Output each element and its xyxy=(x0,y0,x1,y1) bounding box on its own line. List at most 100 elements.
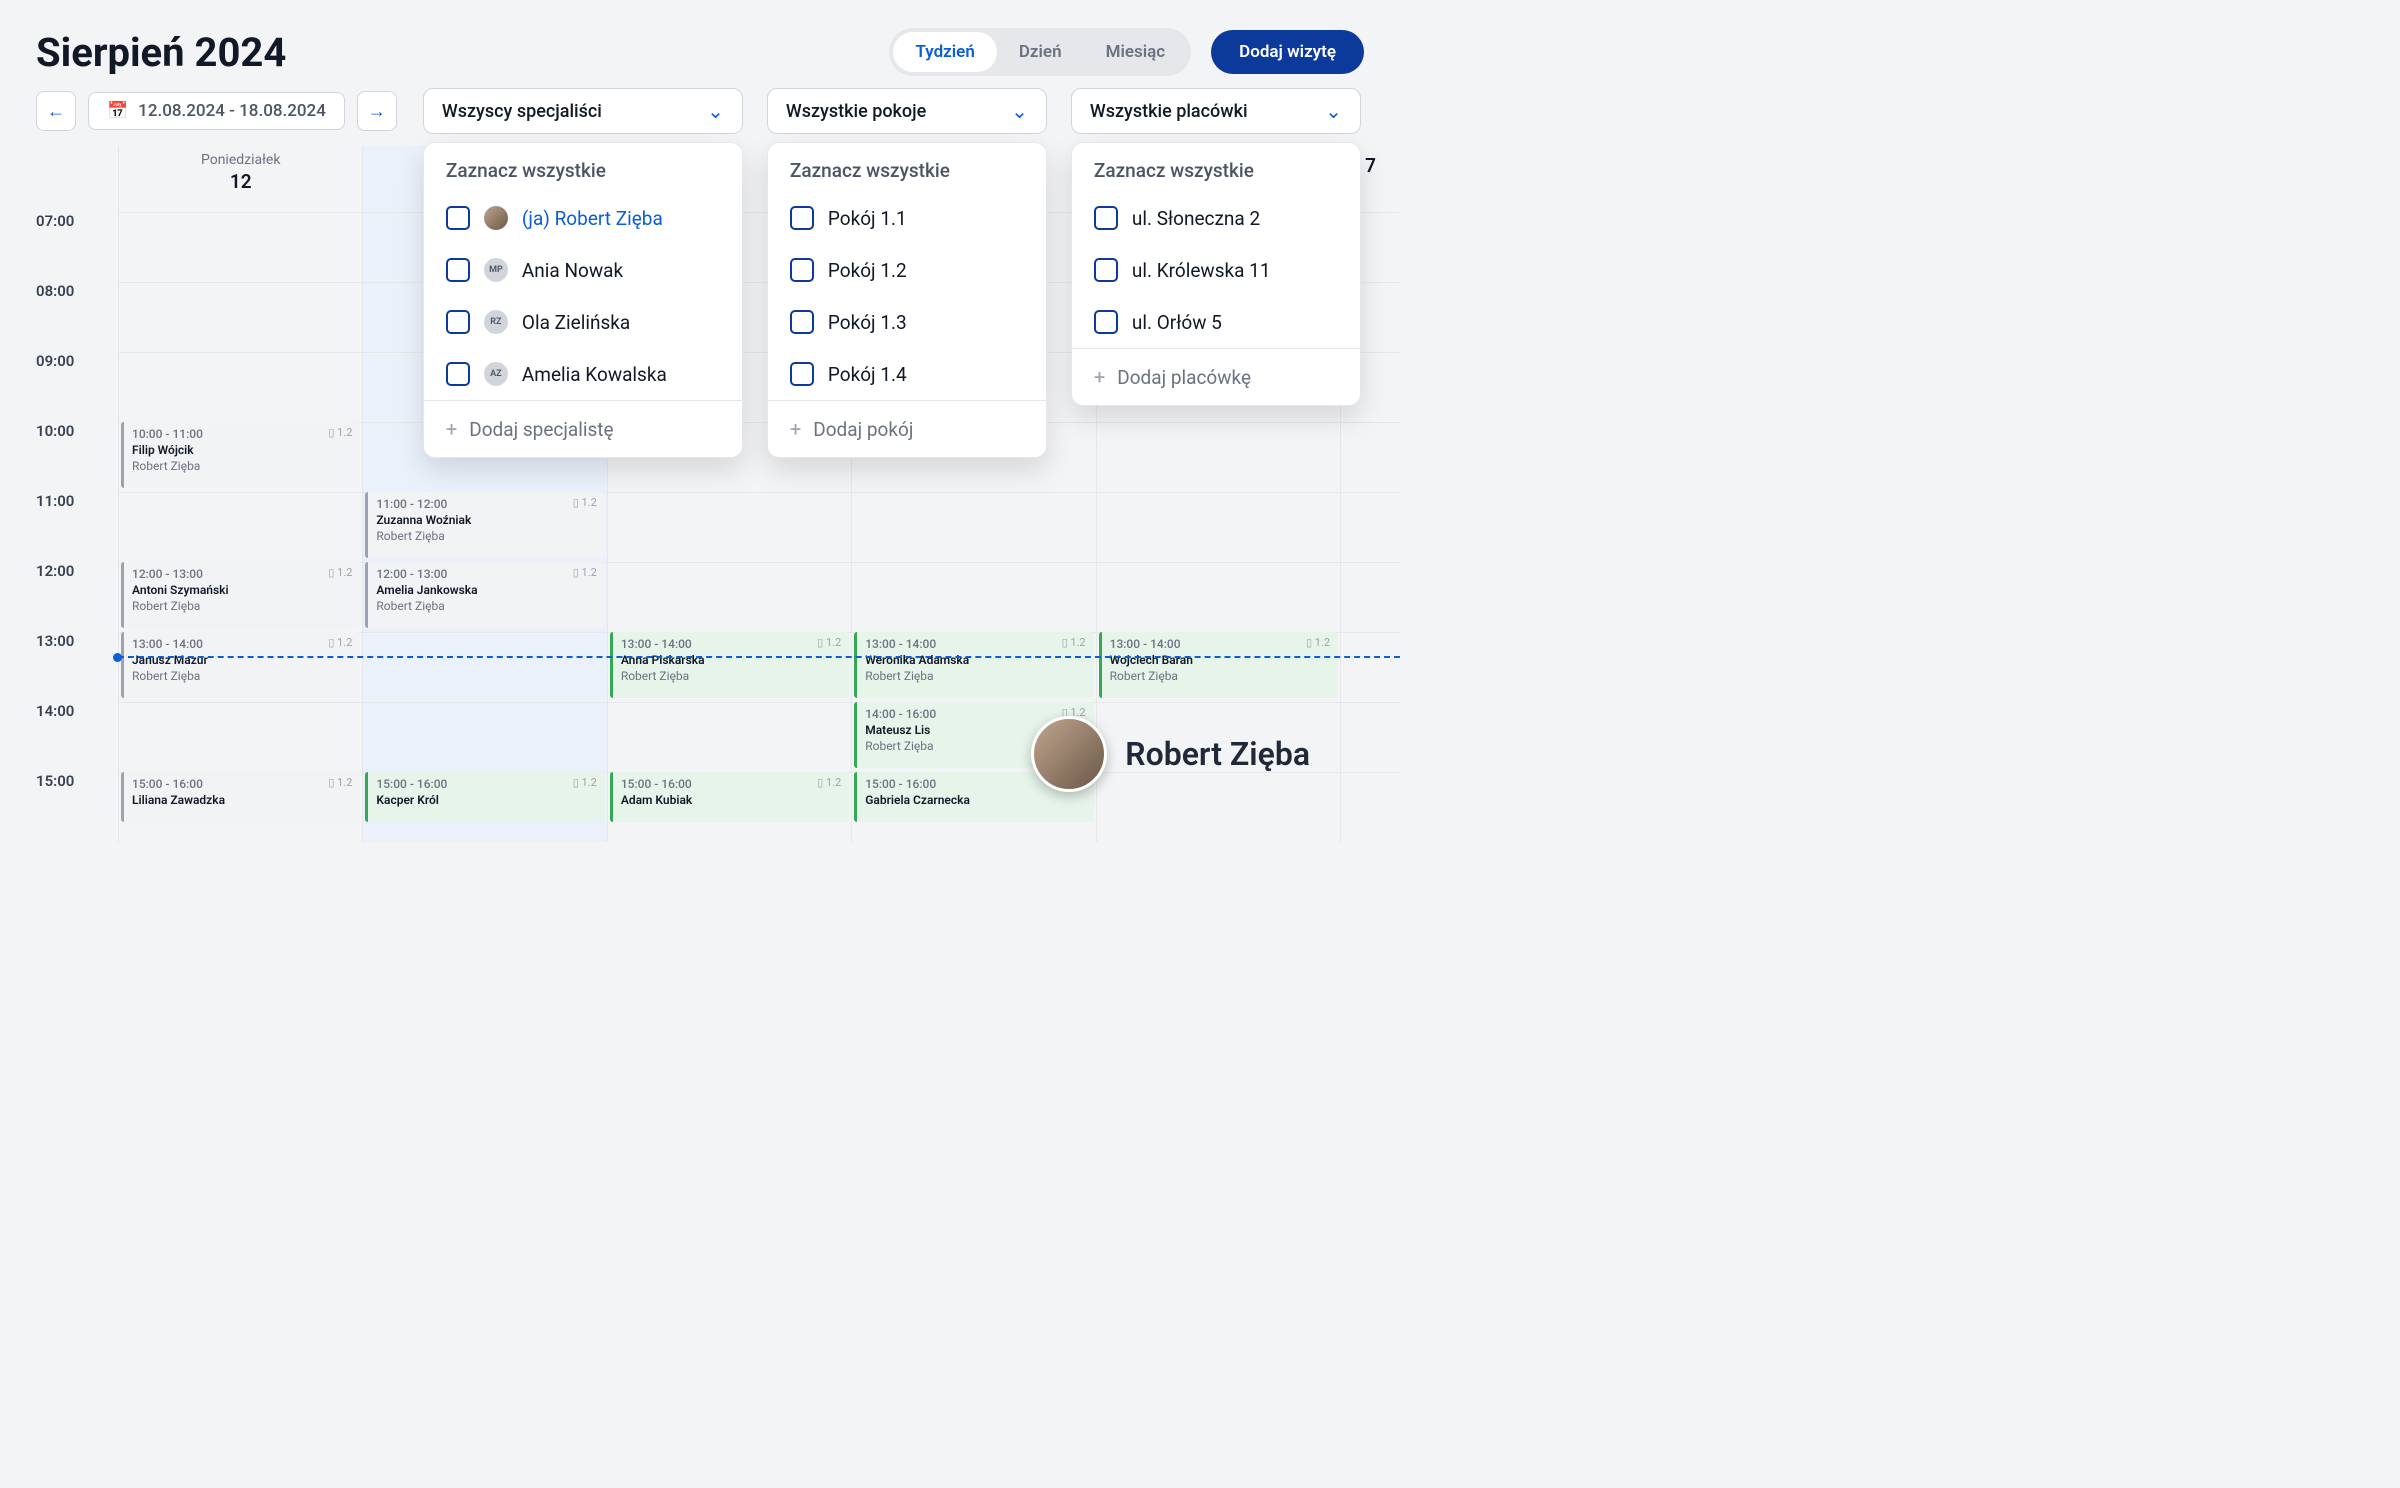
calendar-event[interactable]: 13:00 - 14:00 ▯ 1.2 Anna Piskarska Rober… xyxy=(610,632,849,698)
calendar-event[interactable]: 10:00 - 11:00 ▯ 1.2 Filip Wójcik Robert … xyxy=(121,422,360,488)
specialist-option[interactable]: MP Ania Nowak xyxy=(424,244,742,296)
checkbox[interactable] xyxy=(446,206,470,230)
specialist-name: Amelia Kowalska xyxy=(522,363,667,386)
event-specialist: Robert Zięba xyxy=(132,459,200,473)
add-specialist-button[interactable]: + Dodaj specjalistę xyxy=(424,400,742,457)
location-name: ul. Królewska 11 xyxy=(1132,259,1271,282)
event-room: ▯ 1.2 xyxy=(1062,636,1086,651)
chevron-down-icon: ⌄ xyxy=(1325,99,1342,123)
calendar-event[interactable]: 13:00 - 14:00 ▯ 1.2 Weronika Adamska Rob… xyxy=(854,632,1093,698)
event-room: ▯ 1.2 xyxy=(328,776,352,791)
next-week-button[interactable]: → xyxy=(357,91,397,131)
event-client: Gabriela Czarnecka xyxy=(865,793,970,807)
current-user-name: Robert Zięba xyxy=(1125,735,1310,773)
event-time: 12:00 - 13:00 xyxy=(376,567,447,581)
door-icon: ▯ xyxy=(573,566,579,579)
time-label: 12:00 xyxy=(36,562,118,632)
room-option[interactable]: Pokój 1.4 xyxy=(768,348,1046,400)
avatar: AZ xyxy=(484,362,508,386)
filter-specialists-label: Wszyscy specjaliści xyxy=(442,101,602,122)
event-room: ▯ 1.2 xyxy=(328,636,352,651)
event-time: 15:00 - 16:00 xyxy=(621,777,692,791)
avatar: MP xyxy=(484,258,508,282)
specialist-option[interactable]: (ja) Robert Zięba xyxy=(424,192,742,244)
checkbox[interactable] xyxy=(1094,206,1118,230)
location-option[interactable]: ul. Słoneczna 2 xyxy=(1072,192,1360,244)
view-tab-week[interactable]: Tydzień xyxy=(893,32,996,72)
day-number: 12 xyxy=(119,170,362,193)
room-option[interactable]: Pokój 1.1 xyxy=(768,192,1046,244)
checkbox[interactable] xyxy=(790,310,814,334)
event-specialist: Robert Zięba xyxy=(376,529,444,543)
checkbox[interactable] xyxy=(790,362,814,386)
time-label: 15:00 xyxy=(36,772,118,842)
specialist-option[interactable]: RZ Ola Zielińska xyxy=(424,296,742,348)
room-option[interactable]: Pokój 1.3 xyxy=(768,296,1046,348)
time-label: 09:00 xyxy=(36,352,118,422)
calendar-event[interactable]: 15:00 - 16:00 ▯ 1.2 Kacper Król xyxy=(365,772,604,822)
avatar: RZ xyxy=(484,310,508,334)
add-location-button[interactable]: + Dodaj placówkę xyxy=(1072,348,1360,405)
filter-rooms-button[interactable]: Wszystkie pokoje ⌄ xyxy=(767,88,1047,134)
event-time: 10:00 - 11:00 xyxy=(132,427,203,441)
avatar xyxy=(1031,716,1107,792)
checkbox[interactable] xyxy=(1094,310,1118,334)
location-name: ul. Słoneczna 2 xyxy=(1132,207,1260,230)
calendar-event[interactable]: 15:00 - 16:00 ▯ 1.2 Liliana Zawadzka xyxy=(121,772,360,822)
date-range-picker[interactable]: 📅 12.08.2024 - 18.08.2024 xyxy=(88,92,345,130)
calendar-event[interactable]: 12:00 - 13:00 ▯ 1.2 Amelia Jankowska Rob… xyxy=(365,562,604,628)
specialist-name: Ania Nowak xyxy=(522,259,623,282)
event-client: Adam Kubiak xyxy=(621,793,692,807)
current-user-badge: Robert Zięba xyxy=(1031,716,1310,792)
event-specialist: Robert Zięba xyxy=(865,669,933,683)
door-icon: ▯ xyxy=(1306,636,1312,649)
filter-specialists: Wszyscy specjaliści ⌄ Zaznacz wszystkie … xyxy=(423,88,743,134)
event-room: ▯ 1.2 xyxy=(1306,636,1330,651)
view-tab-month[interactable]: Miesiąc xyxy=(1084,32,1188,72)
select-all-locations[interactable]: Zaznacz wszystkie xyxy=(1072,143,1360,192)
event-time: 13:00 - 14:00 xyxy=(865,637,936,651)
add-room-button[interactable]: + Dodaj pokój xyxy=(768,400,1046,457)
event-client: Zuzanna Woźniak xyxy=(376,513,471,527)
calendar-event[interactable]: 13:00 - 14:00 ▯ 1.2 Janusz Mazur Robert … xyxy=(121,632,360,698)
calendar-icon: 📅 xyxy=(107,101,128,121)
location-option[interactable]: ul. Orłów 5 xyxy=(1072,296,1360,348)
room-option[interactable]: Pokój 1.2 xyxy=(768,244,1046,296)
checkbox[interactable] xyxy=(446,310,470,334)
event-time: 11:00 - 12:00 xyxy=(376,497,447,511)
door-icon: ▯ xyxy=(328,636,334,649)
event-specialist: Robert Zięba xyxy=(132,599,200,613)
page-title: Sierpień 2024 xyxy=(36,29,286,76)
checkbox[interactable] xyxy=(790,206,814,230)
specialist-option[interactable]: AZ Amelia Kowalska xyxy=(424,348,742,400)
event-client: Antoni Szymański xyxy=(132,583,229,597)
filter-locations-button[interactable]: Wszystkie placówki ⌄ xyxy=(1071,88,1361,134)
view-tab-day[interactable]: Dzień xyxy=(997,32,1084,72)
view-toggle: Tydzień Dzień Miesiąc xyxy=(889,28,1191,76)
event-time: 15:00 - 16:00 xyxy=(865,777,936,791)
select-all-rooms[interactable]: Zaznacz wszystkie xyxy=(768,143,1046,192)
specialist-name: (ja) Robert Zięba xyxy=(522,207,663,230)
checkbox[interactable] xyxy=(790,258,814,282)
event-specialist: Robert Zięba xyxy=(1110,669,1178,683)
location-option[interactable]: ul. Królewska 11 xyxy=(1072,244,1360,296)
date-range-label: 12.08.2024 - 18.08.2024 xyxy=(138,101,326,121)
checkbox[interactable] xyxy=(1094,258,1118,282)
checkbox[interactable] xyxy=(446,258,470,282)
prev-week-button[interactable]: ← xyxy=(36,91,76,131)
calendar-event[interactable]: 11:00 - 12:00 ▯ 1.2 Zuzanna Woźniak Robe… xyxy=(365,492,604,558)
event-time: 13:00 - 14:00 xyxy=(132,637,203,651)
event-room: ▯ 1.2 xyxy=(573,496,597,511)
calendar-event[interactable]: 13:00 - 14:00 ▯ 1.2 Wojciech Baran Rober… xyxy=(1099,632,1338,698)
calendar-event[interactable]: 12:00 - 13:00 ▯ 1.2 Antoni Szymański Rob… xyxy=(121,562,360,628)
event-specialist: Robert Zięba xyxy=(865,739,933,753)
calendar-event[interactable]: 15:00 - 16:00 ▯ 1.2 Adam Kubiak xyxy=(610,772,849,822)
add-visit-button[interactable]: Dodaj wizytę xyxy=(1211,30,1364,74)
filter-locations-dropdown: Zaznacz wszystkie ul. Słoneczna 2 ul. Kr… xyxy=(1071,142,1361,406)
checkbox[interactable] xyxy=(446,362,470,386)
add-room-label: Dodaj pokój xyxy=(813,418,913,441)
time-label: 08:00 xyxy=(36,282,118,352)
filter-rooms-label: Wszystkie pokoje xyxy=(786,101,926,122)
filter-specialists-button[interactable]: Wszyscy specjaliści ⌄ xyxy=(423,88,743,134)
select-all-specialists[interactable]: Zaznacz wszystkie xyxy=(424,143,742,192)
